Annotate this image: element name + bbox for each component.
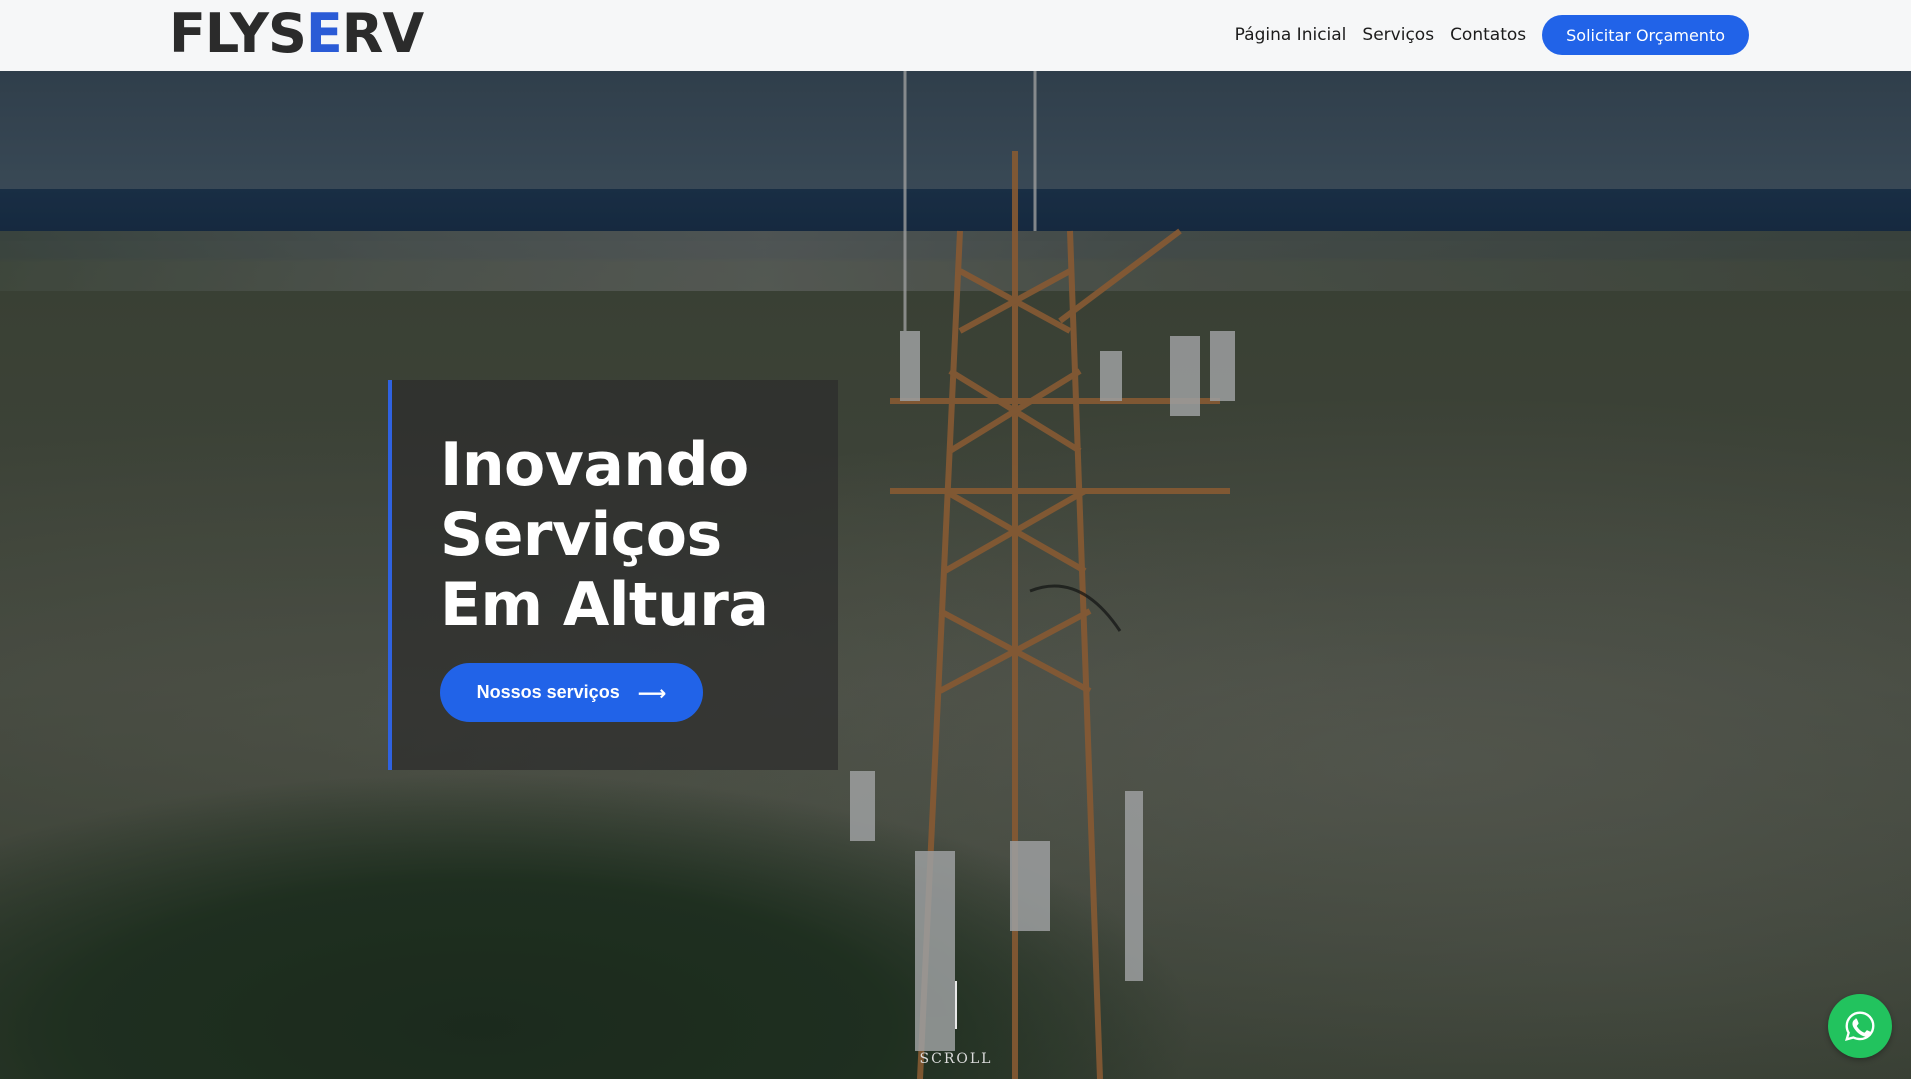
hero-section [0, 71, 1911, 1079]
scroll-indicator-label[interactable]: SCROLL [910, 1051, 1002, 1067]
whatsapp-button[interactable] [1828, 994, 1892, 1058]
logo-accent-letter: E [305, 2, 343, 65]
logo-suffix: RV [341, 2, 424, 65]
whatsapp-icon [1845, 1011, 1875, 1041]
our-services-button[interactable]: Nossos serviços ⟶ [440, 663, 703, 722]
nav-link-services[interactable]: Serviços [1362, 25, 1434, 45]
nav-link-contacts[interactable]: Contatos [1450, 25, 1526, 45]
nav-link-home[interactable]: Página Inicial [1235, 25, 1347, 45]
request-quote-button[interactable]: Solicitar Orçamento [1542, 15, 1749, 55]
arrow-right-icon: ⟶ [637, 680, 667, 705]
hero-title: Inovando Serviços Em Altura [440, 430, 860, 640]
hero-title-line-3: Em Altura [440, 570, 769, 640]
flyserv-logo[interactable]: FLYS E RV [169, 2, 424, 65]
scroll-indicator-line [955, 981, 957, 1029]
hero-title-line-2: Serviços [440, 500, 722, 570]
hero-title-line-1: Inovando [440, 430, 749, 500]
logo-prefix: FLYS [169, 2, 307, 65]
main-nav: Página Inicial Serviços Contatos Solicit… [1235, 15, 1749, 55]
hero-dark-overlay [0, 71, 1911, 1079]
site-header: FLYS E RV Página Inicial Serviços Contatos… [0, 0, 1911, 71]
our-services-button-label: Nossos serviços [476, 682, 620, 702]
